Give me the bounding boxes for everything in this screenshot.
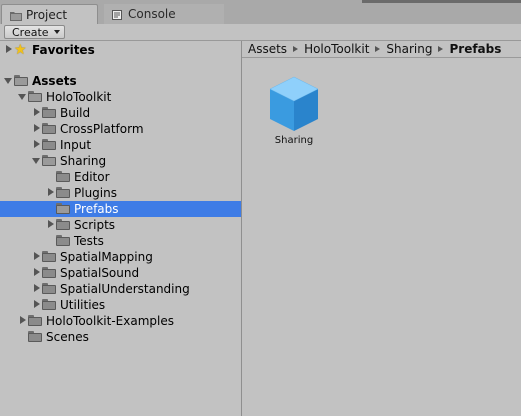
folder-icon: [42, 107, 56, 118]
chevron-right-icon: [293, 46, 299, 52]
tree-item-label: SpatialUnderstanding: [60, 282, 190, 296]
tree-item-label: Scripts: [74, 218, 116, 232]
folder-icon: [14, 75, 28, 86]
tree-item-label: Prefabs: [74, 202, 119, 216]
folder-icon: [56, 235, 70, 246]
folder-icon: [42, 267, 56, 278]
tree-item-label: Sharing: [60, 154, 107, 168]
expand-arrow-icon[interactable]: [32, 268, 41, 277]
tree-item-spatialunderstanding[interactable]: SpatialUnderstanding: [0, 281, 241, 297]
breadcrumb-item[interactable]: Assets: [248, 42, 287, 56]
tab-project[interactable]: Project: [1, 4, 98, 24]
chevron-right-icon: [375, 46, 381, 52]
folder-icon: [56, 187, 70, 198]
expand-arrow-icon[interactable]: [32, 252, 41, 261]
expand-arrow-icon[interactable]: [32, 108, 41, 117]
tree-item-label: HoloToolkit: [46, 90, 112, 104]
collapse-arrow-icon[interactable]: [18, 92, 27, 101]
expand-arrow-icon[interactable]: [32, 284, 41, 293]
folder-icon: [42, 139, 56, 150]
tree-item-scenes[interactable]: Scenes: [0, 329, 241, 345]
tree-item-input[interactable]: Input: [0, 137, 241, 153]
create-button[interactable]: Create: [4, 25, 65, 39]
tree-item-utilities[interactable]: Utilities: [0, 297, 241, 313]
breadcrumb-item[interactable]: Sharing: [386, 42, 432, 56]
tab-console[interactable]: Console: [104, 4, 224, 24]
tree-item-spatialmapping[interactable]: SpatialMapping: [0, 249, 241, 265]
create-label: Create: [12, 25, 49, 39]
tab-bar: Project Console: [0, 0, 521, 25]
tree-item-label: SpatialSound: [60, 266, 140, 280]
tree-item-label: Editor: [74, 170, 110, 184]
tree-item-holotoolkit[interactable]: HoloToolkit: [0, 89, 241, 105]
tab-label: Project: [26, 7, 68, 22]
tree-item-editor[interactable]: Editor: [0, 169, 241, 185]
tree-item-label: Tests: [74, 234, 104, 248]
breadcrumb: Assets HoloToolkit Sharing Prefabs: [242, 41, 521, 58]
tree-item-label: Utilities: [60, 298, 106, 312]
tree-item-label: Assets: [32, 74, 77, 88]
expand-arrow-icon[interactable]: [32, 140, 41, 149]
tree-item-tests[interactable]: Tests: [0, 233, 241, 249]
tree-item-spatialsound[interactable]: SpatialSound: [0, 265, 241, 281]
folder-icon: [42, 123, 56, 134]
breadcrumb-item-current[interactable]: Prefabs: [449, 42, 501, 56]
collapse-arrow-icon[interactable]: [4, 76, 13, 85]
folder-icon: [56, 219, 70, 230]
tree-item-crossplatform[interactable]: CrossPlatform: [0, 121, 241, 137]
tree-item-label: Build: [60, 106, 91, 120]
expand-arrow-icon[interactable]: [46, 188, 55, 197]
breadcrumb-item[interactable]: HoloToolkit: [304, 42, 369, 56]
tree-item-label: Scenes: [46, 330, 89, 344]
tree-item-build[interactable]: Build: [0, 105, 241, 121]
window-edge: [362, 0, 521, 3]
folder-icon: [28, 91, 42, 102]
folder-icon: [42, 251, 56, 262]
folder-icon: [28, 331, 42, 342]
asset-label: Sharing: [274, 135, 314, 146]
tree-item-assets[interactable]: Assets: [0, 73, 241, 89]
tree-item-label: Favorites: [32, 43, 95, 57]
tree-item-label: HoloToolkit-Examples: [46, 314, 174, 328]
folder-icon: [42, 155, 56, 166]
expand-arrow-icon[interactable]: [18, 316, 27, 325]
star-icon: ★: [14, 42, 27, 58]
folder-icon: [28, 315, 42, 326]
tree-item-label: Plugins: [74, 186, 117, 200]
console-icon: [112, 9, 124, 20]
asset-item-sharing[interactable]: Sharing: [262, 75, 326, 151]
chevron-down-icon: [53, 30, 60, 34]
tree-item-prefabs[interactable]: Prefabs: [0, 201, 241, 217]
tree-item-scripts[interactable]: Scripts: [0, 217, 241, 233]
folder-icon: [56, 203, 70, 214]
tree-item-sharing[interactable]: Sharing: [0, 153, 241, 169]
tree-item-holotoolkit-examples[interactable]: HoloToolkit-Examples: [0, 313, 241, 329]
chevron-right-icon: [438, 46, 444, 52]
tree-item-plugins[interactable]: Plugins: [0, 185, 241, 201]
tree-item-label: CrossPlatform: [60, 122, 144, 136]
expand-arrow-icon[interactable]: [46, 220, 55, 229]
project-toolbar: Create: [0, 24, 521, 41]
tree-item-label: Input: [60, 138, 92, 152]
tree-item-favorites[interactable]: ★ Favorites: [0, 42, 241, 58]
expand-arrow-icon[interactable]: [32, 300, 41, 309]
folder-icon: [56, 171, 70, 182]
collapse-arrow-icon[interactable]: [32, 156, 41, 165]
prefab-cube-icon: [269, 76, 319, 131]
expand-arrow-icon[interactable]: [4, 45, 13, 54]
tree-item-label: SpatialMapping: [60, 250, 153, 264]
asset-grid: Sharing: [242, 59, 521, 416]
tab-label: Console: [128, 7, 176, 21]
folder-icon: [42, 283, 56, 294]
folder-icon: [10, 10, 22, 21]
folder-icon: [42, 299, 56, 310]
project-tree: ★ Favorites Assets HoloToolkit Build Cro…: [0, 41, 241, 416]
expand-arrow-icon[interactable]: [32, 124, 41, 133]
